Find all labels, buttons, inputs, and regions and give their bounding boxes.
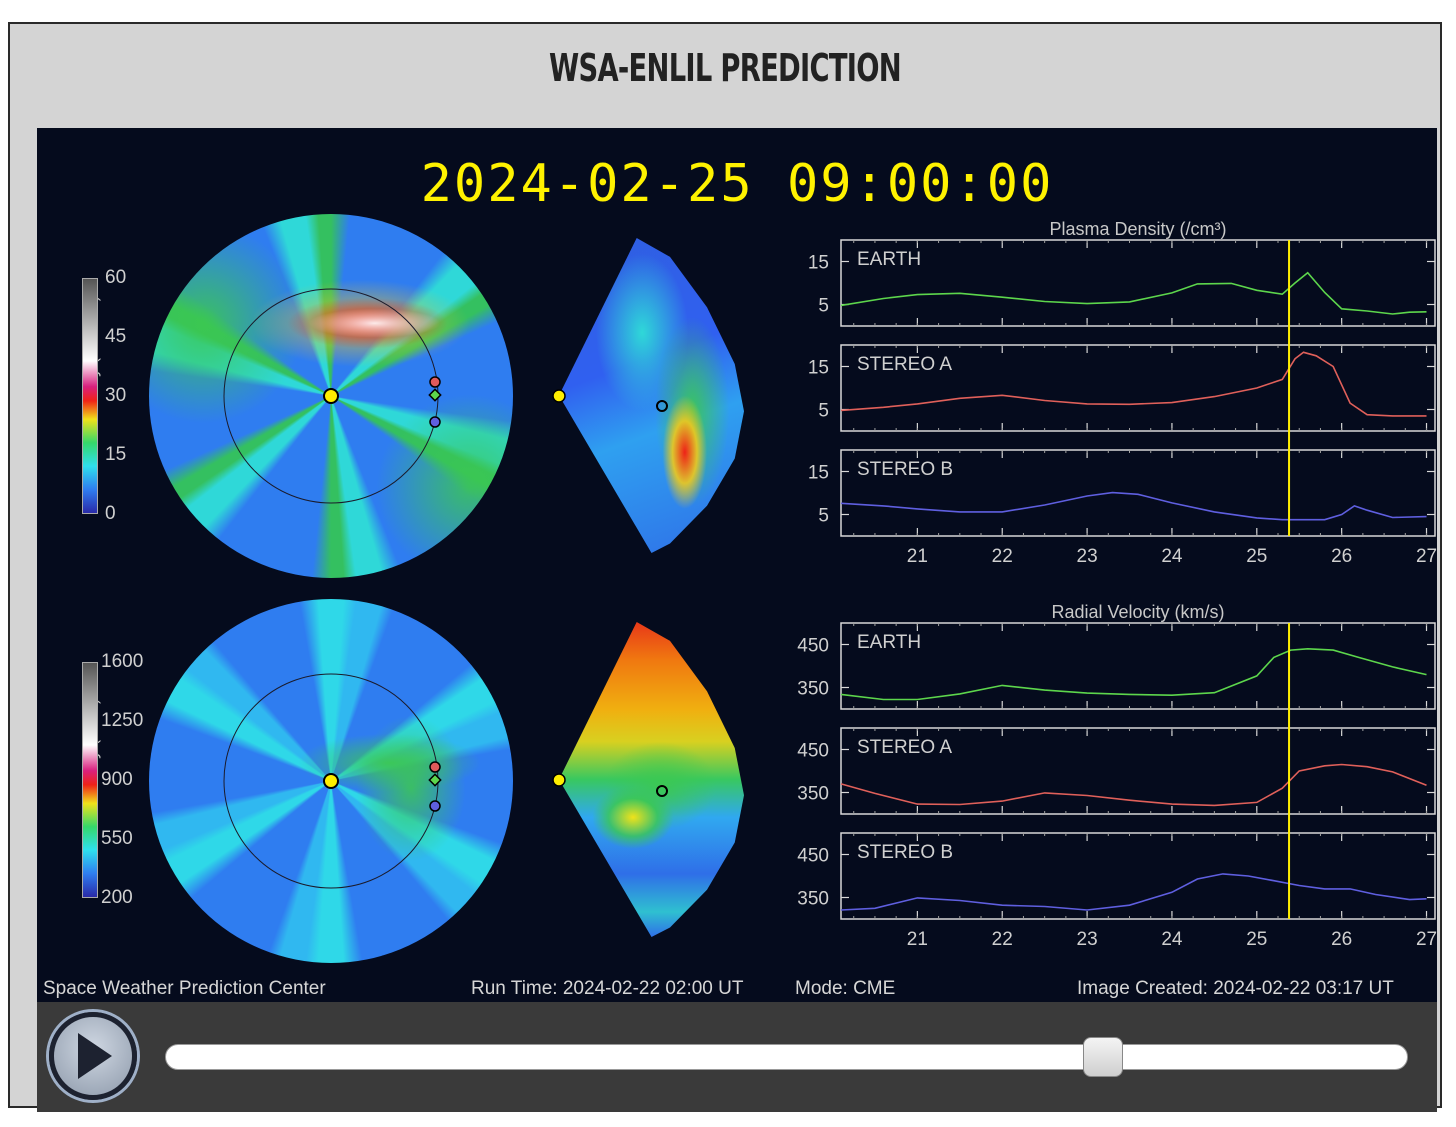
y-tick-label: 450 (797, 846, 829, 867)
series-line (840, 873, 1427, 911)
play-button[interactable] (49, 1012, 137, 1100)
timeline-slider[interactable] (165, 1037, 1408, 1077)
series-line (840, 271, 1427, 315)
play-icon (78, 1033, 112, 1079)
series-line (840, 491, 1427, 521)
sun-marker (552, 773, 566, 787)
velocity-tick: 550 (101, 828, 133, 849)
player-controls (37, 1002, 1437, 1112)
series-name-label: STEREO B (857, 842, 953, 863)
series-name-label: STEREO A (857, 354, 952, 375)
footer-center-name: Space Weather Prediction Center (43, 978, 326, 999)
y-tick-label: 350 (797, 889, 829, 910)
y-tick-label: 5 (818, 506, 829, 527)
y-tick-label: 450 (797, 636, 829, 657)
x-tick-label: 22 (992, 546, 1013, 567)
density-tick: 0 (105, 503, 116, 524)
viewer-frame: WSA-ENLIL PREDICTION 2024-02-25 09:00:00… (8, 22, 1442, 1112)
x-tick-label: 26 (1331, 929, 1352, 950)
page-title: WSA-ENLIL PREDICTION (549, 46, 902, 90)
sun-marker (323, 773, 339, 789)
frame-timestamp: 2024-02-25 09:00:00 (420, 154, 1054, 214)
time-series-charts: Plasma Density (/cm³) 15 5 EARTH 15 5 STEREO A… (797, 219, 1437, 950)
x-tick-label: 23 (1077, 929, 1098, 950)
y-tick-label: 15 (808, 253, 829, 274)
stereo-a-marker (429, 376, 441, 388)
earth-marker (428, 388, 442, 402)
chart-panel-frame (840, 239, 1436, 327)
series-line (840, 763, 1427, 807)
x-tick-label: 24 (1161, 929, 1183, 950)
x-tick-label: 22 (992, 929, 1013, 950)
series-line (840, 647, 1427, 701)
earth-marker (428, 773, 442, 787)
series-name-label: EARTH (857, 632, 921, 653)
x-tick-label: 25 (1246, 546, 1267, 567)
density-tick: 15 (105, 444, 127, 465)
velocity-tick: 1600 (101, 651, 144, 672)
density-tick: 30 (105, 385, 127, 406)
density-tick: 45 (105, 326, 127, 347)
velocity-tick: 1250 (101, 710, 144, 731)
sun-marker (323, 388, 339, 404)
velocity-ecliptic-map (149, 599, 513, 963)
x-tick-label: 21 (907, 546, 928, 567)
velocity-meridional-map (559, 622, 744, 937)
x-tick-label: 24 (1161, 546, 1183, 567)
earth-marker (656, 785, 668, 797)
footer-run-time: Run Time: 2024-02-22 02:00 UT (471, 978, 744, 999)
stereo-a-marker (429, 761, 441, 773)
x-tick-label: 23 (1077, 546, 1098, 567)
density-meridional-map (559, 238, 744, 553)
x-tick-label: 27 (1416, 929, 1437, 950)
y-tick-label: 5 (818, 296, 829, 317)
chart-panel-frame (840, 622, 1436, 710)
timeline-slider-handle[interactable] (1082, 1037, 1123, 1077)
velocity-colorbar (82, 662, 98, 898)
velocity-tick: 900 (101, 769, 133, 790)
earth-marker (656, 400, 668, 412)
y-tick-label: 5 (818, 401, 829, 422)
y-tick-label: 15 (808, 463, 829, 484)
x-tick-label: 26 (1331, 546, 1352, 567)
stereo-b-marker (429, 416, 441, 428)
series-name-label: EARTH (857, 249, 921, 270)
animation-screen: 2024-02-25 09:00:00 Plasma Density (r²N/… (37, 128, 1437, 1002)
stereo-b-marker (429, 800, 441, 812)
footer-mode: Mode: CME (795, 978, 896, 999)
footer-image-created: Image Created: 2024-02-22 03:17 UT (1077, 978, 1394, 999)
density-colorbar (82, 278, 98, 514)
series-name-label: STEREO A (857, 737, 952, 758)
y-tick-label: 350 (797, 784, 829, 805)
chart-title: Radial Velocity (km/s) (1051, 602, 1224, 622)
sun-marker (552, 389, 566, 403)
x-tick-label: 25 (1246, 929, 1267, 950)
y-tick-label: 450 (797, 741, 829, 762)
y-tick-label: 15 (808, 358, 829, 379)
density-tick: 60 (105, 267, 127, 288)
x-tick-label: 27 (1416, 546, 1437, 567)
density-ecliptic-map (149, 214, 513, 578)
series-name-label: STEREO B (857, 459, 953, 480)
chart-title: Plasma Density (/cm³) (1049, 219, 1226, 239)
x-tick-label: 21 (907, 929, 928, 950)
velocity-tick: 200 (101, 887, 133, 908)
y-tick-label: 350 (797, 679, 829, 700)
